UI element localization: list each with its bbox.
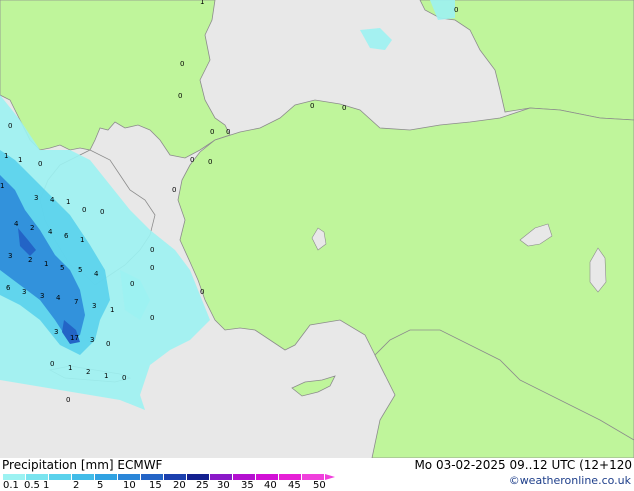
cell-value: 2 [28, 256, 32, 264]
legend-tick: 5 [97, 480, 104, 491]
cell-value: 3 [8, 252, 12, 260]
legend-tick: 10 [123, 480, 136, 491]
legend-tick: 25 [196, 480, 209, 491]
credit-link[interactable]: ©weatheronline.co.uk [509, 474, 631, 487]
precipitation-map: 0 1 0 0 0 0 0 0 0 0 1 1 0 1 3 4 1 0 4 2 4 6 1 3 2 1 5 5 4 6 3 3 4 7 3 1 3 17 3… [0, 0, 634, 458]
cell-value: 0 [8, 122, 12, 130]
cell-value: 1 [44, 260, 48, 268]
legend-tick: 50 [313, 480, 326, 491]
legend-tick: 0.5 [24, 480, 40, 491]
legend-tick: 0.1 [3, 480, 19, 491]
cell-value: 1 [110, 306, 114, 314]
cell-value: 0 [150, 264, 154, 272]
legend-tick: 15 [149, 480, 162, 491]
cell-value: 0 [38, 160, 42, 168]
cell-value: 0 [150, 314, 154, 322]
cell-value: 5 [78, 266, 82, 274]
legend-tick: 45 [288, 480, 301, 491]
cell-value: 3 [90, 336, 94, 344]
cell-value: 17 [70, 334, 79, 342]
cell-value: 0 [106, 340, 110, 348]
cell-value: 0 [180, 60, 184, 68]
cell-value: 0 [66, 396, 70, 404]
cell-value: 0 [190, 156, 194, 164]
cell-value: 4 [94, 270, 99, 278]
cell-value: 5 [60, 264, 64, 272]
legend-tick: 2 [73, 480, 80, 491]
cell-value: 0 [82, 206, 86, 214]
cell-value: 1 [4, 152, 8, 160]
map-title: Precipitation [mm] ECMWF [2, 458, 163, 472]
valid-time: Mo 03-02-2025 09..12 UTC (12+120 [414, 458, 632, 472]
cell-value: 1 [18, 156, 22, 164]
cell-value: 1 [200, 0, 204, 6]
cell-value: 1 [66, 198, 70, 206]
legend-arrow [325, 474, 335, 480]
cell-value: 0 [50, 360, 54, 368]
legend-tick: 1 [43, 480, 50, 491]
cell-value: 0 [178, 92, 182, 100]
cell-value: 3 [22, 288, 26, 296]
cell-value: 0 [122, 374, 126, 382]
cell-value: 2 [30, 224, 34, 232]
legend-tick: 35 [241, 480, 254, 491]
cell-value: 0 [100, 208, 104, 216]
cell-value: 3 [40, 292, 44, 300]
cell-value: 6 [64, 232, 69, 240]
cell-value: 4 [14, 220, 19, 228]
land-cyprus [291, 375, 336, 397]
cell-value: 3 [54, 328, 58, 336]
legend-tick: 30 [217, 480, 230, 491]
cell-value: 0 [226, 128, 230, 136]
cell-value: 1 [68, 364, 72, 372]
cell-value: 6 [6, 284, 11, 292]
cell-value: 0 [172, 186, 176, 194]
cell-value: 0 [200, 288, 204, 296]
cell-value: 1 [80, 236, 84, 244]
cell-value: 0 [342, 104, 346, 112]
cell-value: 0 [454, 6, 458, 14]
cell-value: 3 [34, 194, 38, 202]
legend-swatch [49, 474, 72, 480]
cell-value: 2 [86, 368, 90, 376]
cell-value: 4 [50, 196, 55, 204]
color-legend [3, 474, 335, 481]
cell-value: 4 [56, 294, 61, 302]
footer: Precipitation [mm] ECMWF Mo 03-02-2025 0… [0, 458, 634, 491]
cell-value: 0 [208, 158, 212, 166]
cell-value: 0 [310, 102, 314, 110]
map-canvas: 0 1 0 0 0 0 0 0 0 0 1 1 0 1 3 4 1 0 4 2 4 6 1 3 2 1 5 5 4 6 3 3 4 7 3 1 3 17 3… [0, 0, 634, 458]
cell-value: 0 [150, 246, 154, 254]
cell-value: 3 [92, 302, 96, 310]
legend-tick: 20 [173, 480, 186, 491]
legend-tick: 40 [264, 480, 277, 491]
cell-value: 0 [210, 128, 214, 136]
cell-value: 1 [0, 182, 4, 190]
cell-value: 0 [130, 280, 134, 288]
land-balkans [0, 0, 231, 159]
cell-value: 4 [48, 228, 53, 236]
cell-value: 7 [74, 298, 78, 306]
cell-value: 1 [104, 372, 108, 380]
